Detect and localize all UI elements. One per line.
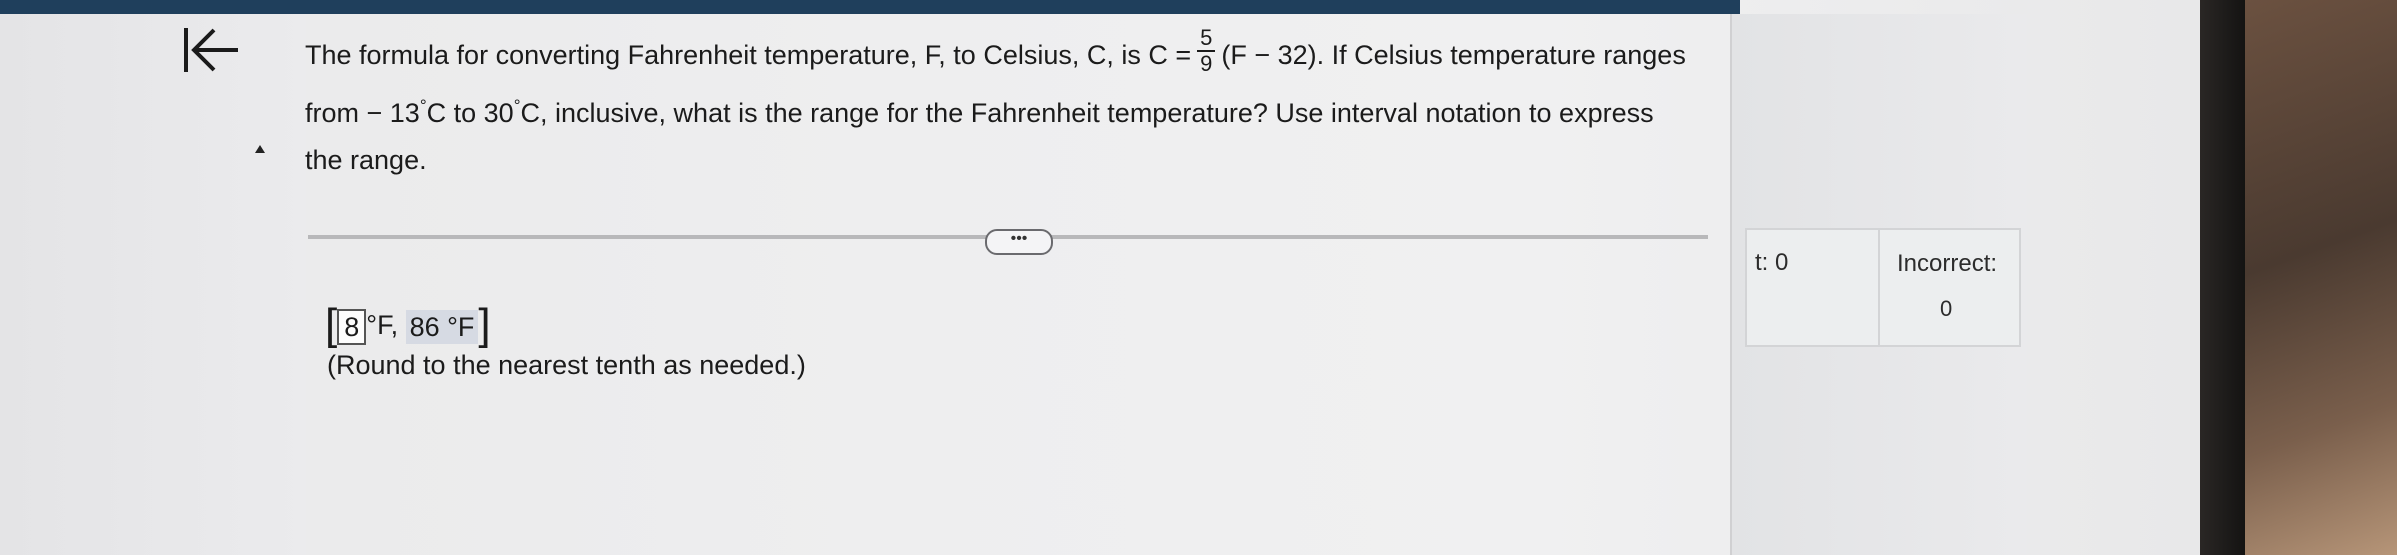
caret-up-icon[interactable] [255,145,265,153]
answer-area: [8 °F, 86 °F] [325,300,491,350]
question-text: The formula for converting Fahrenheit te… [305,26,1705,184]
degree-symbol: ° [419,96,427,115]
screen: The formula for converting Fahrenheit te… [0,0,2200,555]
question-line2-part-c: C, inclusive, what is the range for the … [520,98,1654,128]
more-button[interactable]: ••• [985,229,1053,255]
lower-unit: °F, [366,310,399,340]
upper-bound-input[interactable]: 86 °F [405,309,479,344]
fraction-denominator: 9 [1200,51,1213,76]
left-margin [0,14,306,555]
incorrect-value: 0 [1940,296,1953,321]
question-line2-part-b: C to 30 [426,98,514,128]
top-bar [0,0,1740,14]
lower-bound-input[interactable]: 8 [337,308,367,345]
question-line2-part-a: from − 13 [305,98,420,128]
stats-divider [1878,228,1880,345]
question-line1-start: The formula for converting Fahrenheit te… [305,40,1192,71]
open-bracket: [ [325,300,338,349]
fraction-numerator: 5 [1197,26,1216,52]
stats-box [1745,228,2021,347]
question-line-3: the range. [305,145,427,175]
incorrect-label: Incorrect: [1897,250,1998,277]
degree-symbol: ° [513,96,521,115]
background [2245,0,2397,555]
monitor-bezel [2200,0,2245,555]
close-bracket: ] [478,300,491,349]
fraction: 59 [1197,26,1216,76]
question-line1-end: (F − 32). If Celsius temperature ranges [1221,40,1686,71]
first-page-icon[interactable] [180,24,242,76]
rounding-note: (Round to the nearest tenth as needed.) [327,350,806,380]
question-line-2: from − 13°C to 30°C, inclusive, what is … [305,82,1705,137]
attempt-stat: t: 0 [1755,249,1789,276]
question-line-1: The formula for converting Fahrenheit te… [305,26,1705,82]
